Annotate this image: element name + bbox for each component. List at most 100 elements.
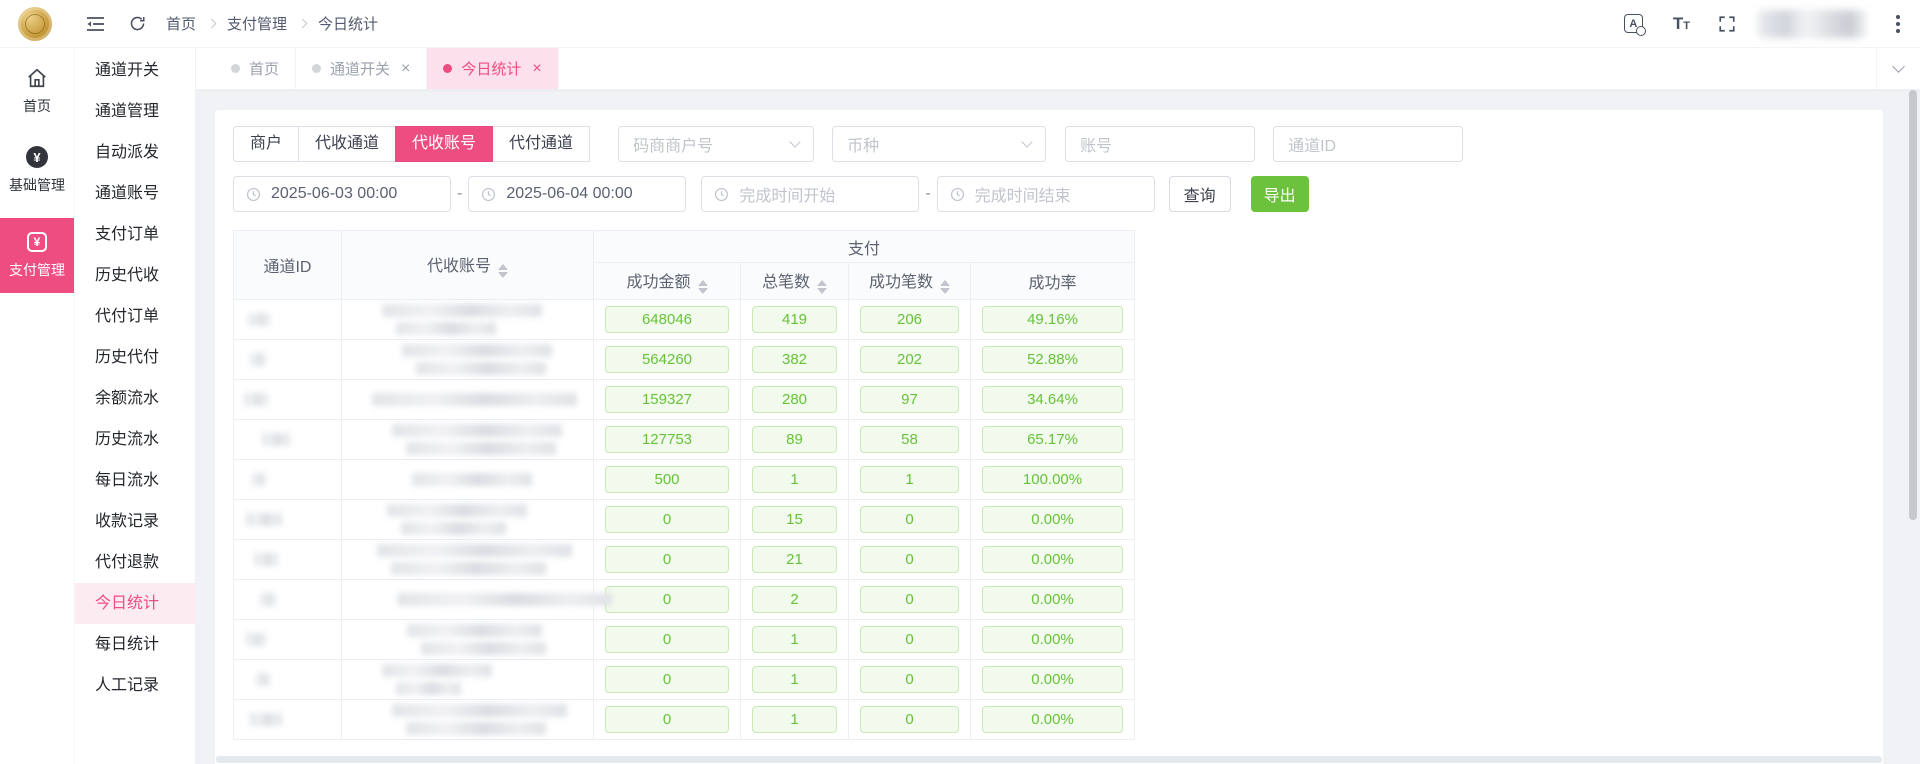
channel-id-input[interactable]: 通道ID: [1273, 126, 1463, 162]
home-icon: [26, 67, 48, 89]
font-size-icon[interactable]: TT: [1673, 14, 1690, 34]
sidebar-menu-item[interactable]: 每日统计: [75, 624, 195, 665]
export-button[interactable]: 导出: [1251, 176, 1309, 212]
done-end-datetime-field[interactable]: 完成时间结束: [937, 176, 1155, 212]
total-count-cell: 1: [741, 620, 849, 660]
rail-item-label: 基础管理: [9, 175, 65, 195]
breadcrumb-separator-icon: [298, 19, 308, 29]
total-badge: 2: [752, 586, 837, 613]
menu-fold-icon[interactable]: [86, 16, 105, 32]
col-header-channel-id: 通道ID: [234, 231, 342, 300]
rate-badge: 0.00%: [982, 666, 1123, 693]
sidebar-menu-item[interactable]: 历史代付: [75, 337, 195, 378]
account-cell-redacted: [342, 540, 594, 580]
range-start-datetime-field[interactable]: 2025-06-03 00:00: [233, 176, 451, 212]
channel-id-cell-redacted: [234, 460, 342, 500]
vertical-scrollbar[interactable]: [1909, 90, 1917, 520]
rail-item-label: 首页: [23, 96, 51, 116]
col-header-success-amount[interactable]: 成功金额: [594, 263, 741, 300]
stat-type-segment[interactable]: 商户: [233, 126, 299, 162]
success-amount-cell: 564260: [594, 340, 741, 380]
sidebar-menu-item[interactable]: 代付订单: [75, 296, 195, 337]
success-badge: 1: [860, 466, 959, 493]
sidebar-menu-item-label: 通道开关: [95, 62, 159, 79]
total-count-cell: 419: [741, 300, 849, 340]
sidebar-menu-item[interactable]: 支付订单: [75, 214, 195, 255]
col-header-total-count[interactable]: 总笔数: [741, 263, 849, 300]
chevron-down-icon: [1021, 136, 1032, 147]
rail-item-payment-admin[interactable]: ¥ 支付管理: [0, 218, 74, 293]
select-placeholder: 币种: [847, 132, 879, 156]
success-count-cell: 0: [849, 620, 971, 660]
fullscreen-icon[interactable]: [1718, 15, 1736, 33]
horizontal-scrollbar[interactable]: [216, 756, 1882, 763]
stats-table-row: 0 15 0 0.00%: [234, 500, 1135, 540]
sidebar-menu-item[interactable]: 收款记录: [75, 501, 195, 542]
sidebar-menu-item-label: 余额流水: [95, 390, 159, 407]
success-count-cell: 97: [849, 380, 971, 420]
username-redacted[interactable]: [1758, 10, 1866, 38]
merchant-id-select[interactable]: 码商商户号: [618, 126, 814, 162]
sidebar-menu-item[interactable]: 通道账号: [75, 173, 195, 214]
sidebar-menu-item[interactable]: 自动派发: [75, 132, 195, 173]
breadcrumb-payment[interactable]: 支付管理: [227, 13, 287, 34]
sidebar-menu-item-label: 支付订单: [95, 226, 159, 243]
done-start-datetime-field[interactable]: 完成时间开始: [701, 176, 919, 212]
success-amount-cell: 0: [594, 620, 741, 660]
tabs-dropdown-button[interactable]: [1876, 48, 1920, 89]
tab-close-icon[interactable]: ×: [532, 60, 541, 78]
total-badge: 1: [752, 466, 837, 493]
sidebar-menu-item-label: 通道账号: [95, 185, 159, 202]
clock-icon: [714, 187, 729, 202]
stat-type-segment[interactable]: 代收通道: [298, 126, 396, 162]
translate-icon[interactable]: A: [1624, 14, 1643, 33]
account-input[interactable]: 账号: [1065, 126, 1255, 162]
success-badge: 0: [860, 586, 959, 613]
sidebar-menu-item[interactable]: 通道开关: [75, 50, 195, 91]
tab-close-icon[interactable]: ×: [401, 60, 410, 78]
stat-type-segment[interactable]: 代收账号: [395, 126, 493, 162]
sort-carets-icon[interactable]: [498, 264, 508, 278]
sort-carets-icon[interactable]: [940, 280, 950, 294]
tab-label: 首页: [249, 58, 279, 79]
col-header-account[interactable]: 代收账号: [342, 231, 594, 300]
refresh-icon[interactable]: [129, 15, 146, 32]
datetime-value: 2025-06-03 00:00: [271, 185, 397, 203]
currency-select[interactable]: 币种: [832, 126, 1046, 162]
channel-id-cell-redacted: [234, 620, 342, 660]
stats-table-row: 0 21 0 0.00%: [234, 540, 1135, 580]
stat-type-segment[interactable]: 代付通道: [492, 126, 590, 162]
channel-id-cell-redacted: [234, 340, 342, 380]
query-button[interactable]: 查询: [1169, 176, 1231, 212]
sidebar-menu-item-label: 历史代付: [95, 349, 159, 366]
page-tab[interactable]: 首页: [215, 48, 296, 89]
page-tab[interactable]: 今日统计 ×: [427, 48, 558, 89]
yen-circle-icon: ¥: [26, 146, 48, 168]
sort-carets-icon[interactable]: [817, 280, 827, 294]
kebab-menu-icon[interactable]: [1892, 11, 1904, 37]
success-rate-cell: 0.00%: [971, 620, 1135, 660]
primary-sidebar: 首页 ¥ 基础管理 ¥ 支付管理: [0, 48, 74, 764]
rail-item-base-admin[interactable]: ¥ 基础管理: [0, 135, 74, 206]
sidebar-menu-item[interactable]: 人工记录: [75, 665, 195, 706]
sidebar-menu-item[interactable]: 代付退款: [75, 542, 195, 583]
rail-item-home[interactable]: 首页: [0, 56, 74, 127]
sidebar-menu-item[interactable]: 余额流水: [75, 378, 195, 419]
breadcrumb-home[interactable]: 首页: [166, 13, 196, 34]
sidebar-menu-item[interactable]: 每日流水: [75, 460, 195, 501]
channel-id-cell-redacted: [234, 420, 342, 460]
sidebar-menu-item-label: 今日统计: [95, 595, 159, 612]
success-badge: 202: [860, 346, 959, 373]
app-logo: [18, 7, 52, 41]
amount-badge: 0: [605, 626, 729, 653]
range-end-datetime-field[interactable]: 2025-06-04 00:00: [468, 176, 686, 212]
total-count-cell: 15: [741, 500, 849, 540]
success-rate-cell: 52.88%: [971, 340, 1135, 380]
col-header-success-count[interactable]: 成功笔数: [849, 263, 971, 300]
sidebar-menu-item[interactable]: 历史流水: [75, 419, 195, 460]
sidebar-menu-item[interactable]: 通道管理: [75, 91, 195, 132]
sidebar-menu-item[interactable]: 今日统计: [75, 583, 195, 624]
sidebar-menu-item[interactable]: 历史代收: [75, 255, 195, 296]
sort-carets-icon[interactable]: [698, 280, 708, 294]
page-tab[interactable]: 通道开关 ×: [296, 48, 427, 89]
